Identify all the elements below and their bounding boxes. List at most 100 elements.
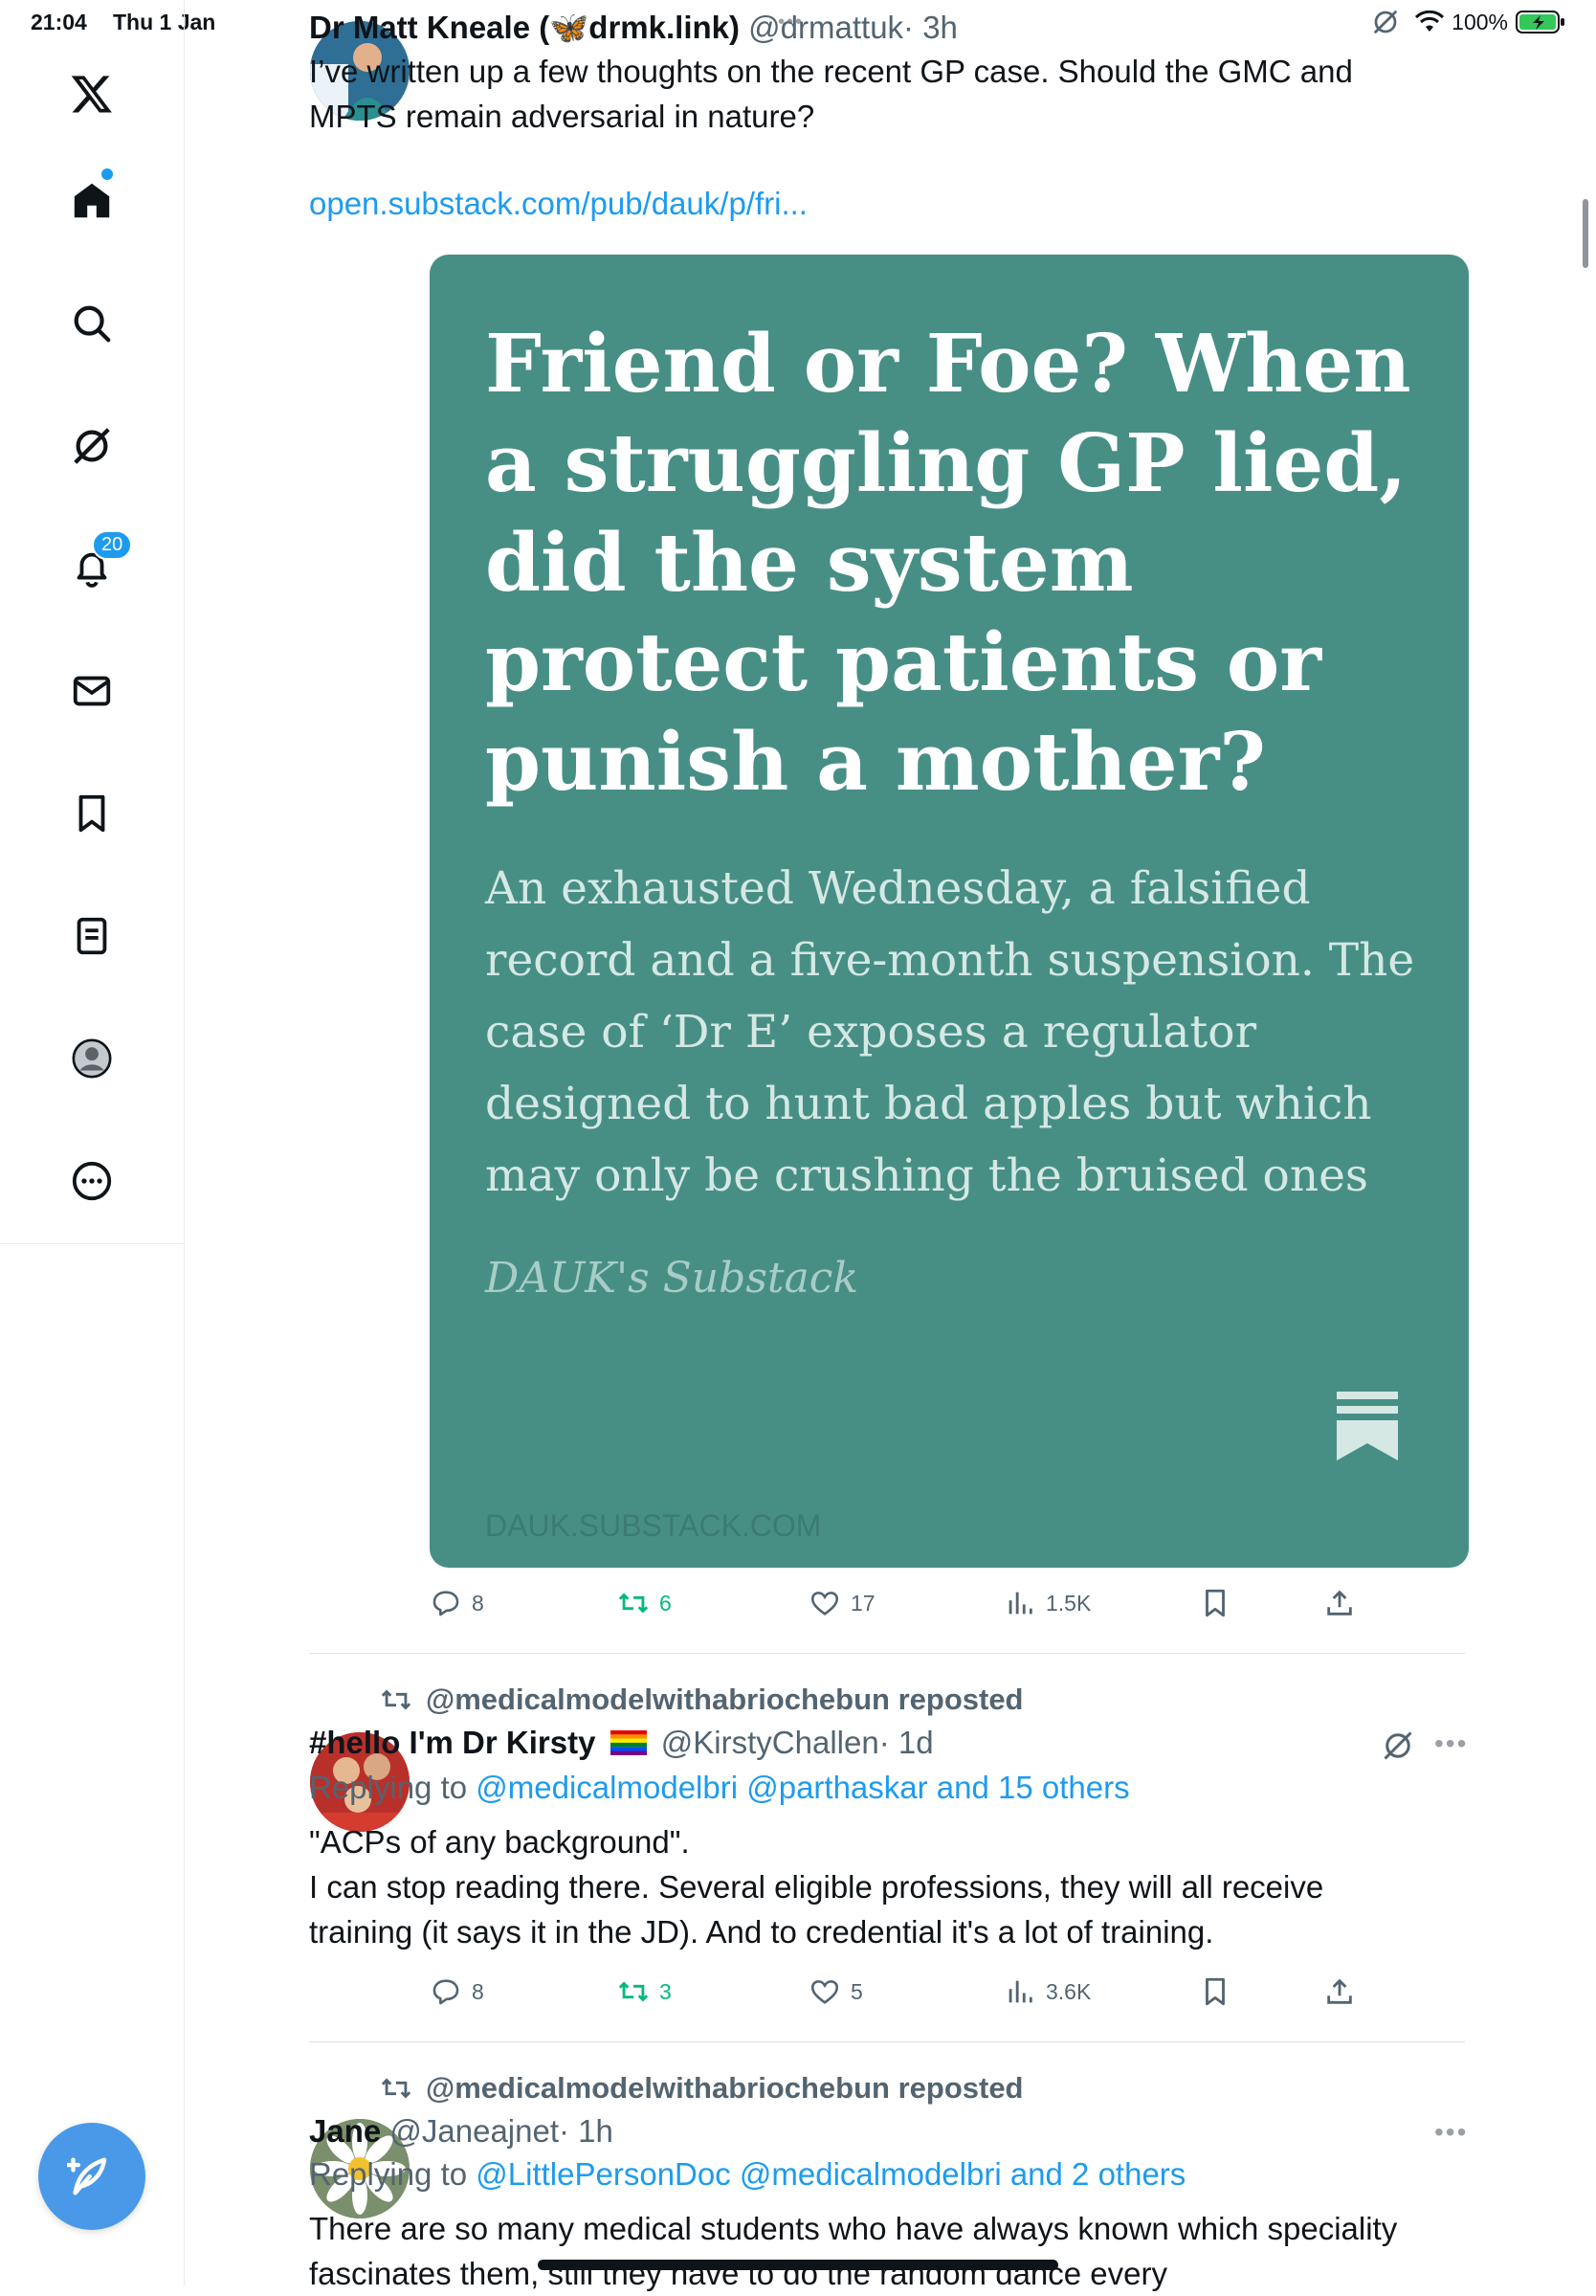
repost-indicator[interactable]: @medicalmodelwithabriochebun reposted [380, 1683, 1024, 1717]
tweet-divider [309, 2041, 1465, 2042]
tweet-divider [309, 1653, 1465, 1654]
bookmark-button[interactable] [1199, 1975, 1231, 2008]
home-unread-dot [101, 168, 113, 180]
repost-count: 3 [659, 1978, 672, 2004]
author-name[interactable]: Dr Matt Kneale (🦋drmk.link) [309, 10, 740, 45]
views-count: 3.6K [1046, 1978, 1092, 2004]
card-title: Friend or Foe? When a struggling GP lied… [485, 317, 1411, 809]
author-handle[interactable]: @drmattuk [748, 10, 903, 45]
bookmark-icon [1206, 1977, 1225, 2006]
repost-icon [618, 1981, 649, 2002]
repost-icon [381, 1689, 411, 1710]
author-handle[interactable]: @KirstyChallen [661, 1725, 879, 1760]
sidebar-item-grok[interactable] [57, 412, 126, 480]
home-icon [74, 183, 110, 218]
share-button[interactable] [1323, 1975, 1356, 2008]
grok-icon[interactable] [1381, 1728, 1415, 1763]
x-logo-icon [71, 76, 112, 113]
views-icon [1009, 1592, 1032, 1615]
replying-to-users[interactable]: @LittlePersonDoc @medicalmodelbri and 2 … [476, 2156, 1186, 2192]
replying-to-users[interactable]: @medicalmodelbri @parthaskar and 15 othe… [476, 1770, 1129, 1805]
heart-icon [810, 1592, 839, 1616]
grok-icon [74, 428, 110, 464]
compose-icon [67, 2157, 107, 2196]
repost-button[interactable]: 3 [617, 1975, 672, 2008]
sidebar-item-profile[interactable] [57, 1024, 126, 1093]
share-icon [1327, 1978, 1352, 2004]
scrollbar[interactable] [1583, 199, 1588, 268]
replying-to: Replying to @LittlePersonDoc @medicalmod… [309, 2151, 1463, 2196]
like-button[interactable]: 17 [809, 1587, 876, 1619]
repost-icon [381, 2078, 411, 2099]
reply-icon [432, 1591, 459, 1616]
bookmark-button[interactable] [1199, 1587, 1231, 1619]
sidebar-item-home[interactable] [57, 167, 126, 235]
tweet-actions: 8 3 5 3.6K [430, 1975, 1482, 2019]
repost-by: @medicalmodelwithabriochebun reposted [426, 2071, 1024, 2105]
sidebar-item-lists[interactable] [57, 902, 126, 970]
like-count: 17 [851, 1590, 876, 1616]
tweet-time: · 3h [903, 10, 958, 45]
card-url: DAUK.SUBSTACK.COM [485, 1508, 822, 1543]
tweet-header: Dr Matt Kneale (🦋drmk.link) @drmattuk· 3… [309, 10, 1463, 47]
tweet-text: There are so many medical students who h… [309, 2211, 1398, 2291]
tweet-actions: 8 6 17 1.5K [430, 1587, 1482, 1631]
sidebar: 20 [0, 0, 185, 2285]
tweet-text: I can stop reading there. Several eligib… [309, 1869, 1324, 1950]
like-count: 5 [851, 1978, 863, 2004]
author-name[interactable]: Jane [309, 2113, 381, 2149]
x-logo[interactable] [57, 59, 126, 128]
repost-indicator[interactable]: @medicalmodelwithabriochebun reposted [380, 2071, 1024, 2106]
repost-icon [618, 1593, 649, 1614]
link-card[interactable]: Friend or Foe? When a struggling GP lied… [430, 255, 1469, 1568]
replying-to: Replying to @medicalmodelbri @parthaskar… [309, 1765, 1463, 1810]
tweet-link[interactable]: open.substack.com/pub/dauk/p/fri... [309, 181, 1463, 226]
reply-count: 8 [472, 1590, 484, 1616]
views-button[interactable]: 1.5K [1004, 1587, 1091, 1619]
share-icon [1327, 1590, 1352, 1616]
reply-button[interactable]: 8 [430, 1975, 484, 2008]
compose-button[interactable] [38, 2123, 145, 2230]
tweet-header: Jane @Janeajnet· 1h [309, 2113, 1463, 2150]
repost-count: 6 [659, 1590, 672, 1616]
search-icon [74, 305, 111, 343]
share-button[interactable] [1323, 1587, 1356, 1619]
sidebar-item-bookmarks[interactable] [57, 779, 126, 848]
card-subtitle: An exhausted Wednesday, a falsified reco… [485, 862, 1415, 1202]
sidebar-item-explore[interactable] [57, 289, 126, 358]
home-indicator[interactable] [538, 2260, 1058, 2270]
more-circle-icon [72, 1161, 112, 1201]
views-icon [1009, 1980, 1032, 2003]
author-name[interactable]: #hello I'm Dr Kirsty [309, 1725, 595, 1760]
reply-count: 8 [472, 1978, 484, 2004]
tweet[interactable]: Dr Matt Kneale (🦋drmk.link) @drmattuk· 3… [309, 10, 1463, 226]
replying-prefix: Replying to [309, 1770, 468, 1806]
sidebar-item-notifications[interactable]: 20 [57, 530, 133, 603]
sidebar-divider [0, 1243, 184, 1244]
mail-icon [73, 676, 111, 706]
tweet-time: · 1d [878, 1725, 934, 1760]
reply-button[interactable]: 8 [430, 1587, 484, 1619]
more-options-icon[interactable]: ••• [1434, 1728, 1468, 1759]
replying-prefix: Replying to [309, 2156, 468, 2192]
more-options-icon[interactable]: ••• [1434, 2117, 1468, 2148]
card-brand: DAUK's Substack [485, 1254, 859, 1303]
tweet-text: I’ve written up a few thoughts on the re… [309, 54, 1353, 134]
views-button[interactable]: 3.6K [1004, 1975, 1091, 2008]
timeline: Dr Matt Kneale (🦋drmk.link) @drmattuk· 3… [185, 0, 1596, 2291]
heart-icon [810, 1980, 839, 2004]
sidebar-item-messages[interactable] [57, 657, 126, 725]
notifications-badge: 20 [92, 530, 133, 560]
tweet[interactable]: #hello I'm Dr Kirsty @KirstyChallen· 1d … [309, 1725, 1463, 1954]
like-button[interactable]: 5 [809, 1975, 863, 2008]
substack-logo-icon [1337, 1392, 1398, 1460]
bookmark-icon [78, 794, 105, 833]
author-handle[interactable]: @Janeajnet [389, 2113, 559, 2149]
rainbow-flag-icon [610, 1727, 647, 1763]
repost-button[interactable]: 6 [617, 1587, 672, 1619]
sidebar-item-more[interactable] [57, 1147, 126, 1215]
bookmark-icon [1206, 1589, 1225, 1617]
tweet-header: #hello I'm Dr Kirsty @KirstyChallen· 1d [309, 1725, 1463, 1763]
repost-by: @medicalmodelwithabriochebun reposted [426, 1683, 1024, 1716]
profile-icon [72, 1038, 112, 1079]
